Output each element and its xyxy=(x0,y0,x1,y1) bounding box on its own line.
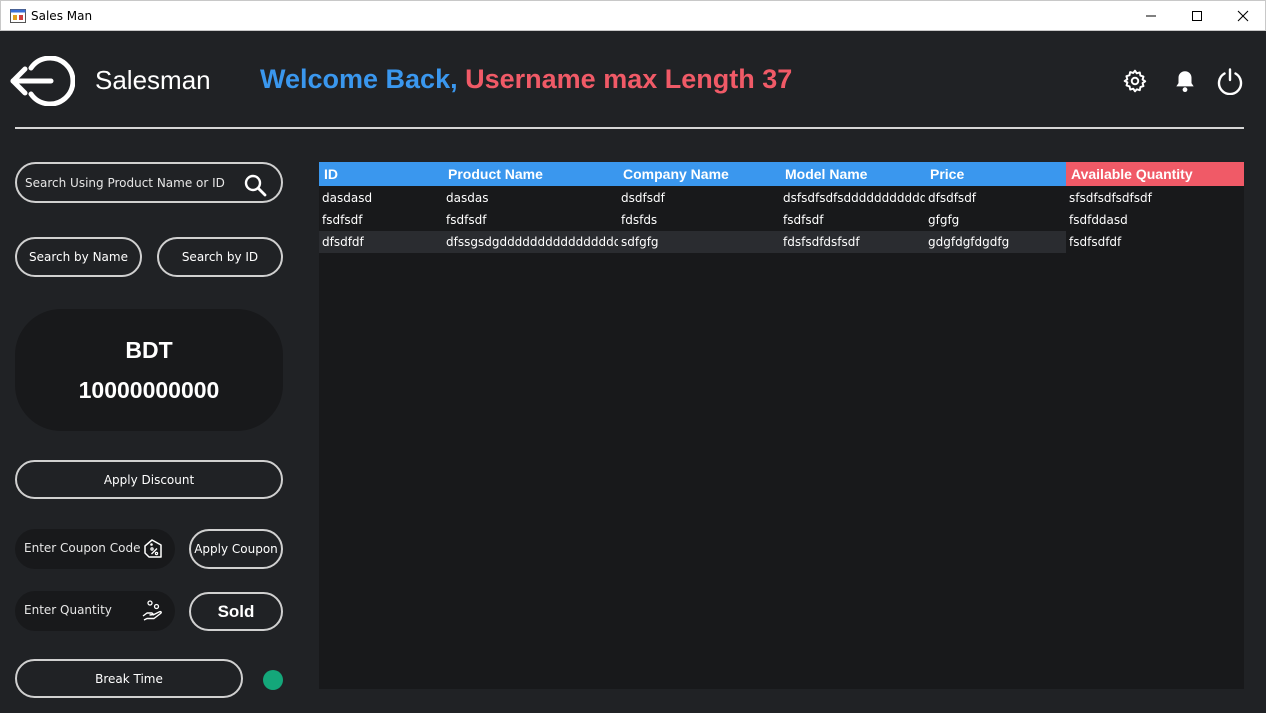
cell-model-name: dsfsdfsdfsdddddddddddddd xyxy=(783,191,925,205)
window-titlebar: Sales Man xyxy=(0,0,1266,31)
column-header-id[interactable]: ID xyxy=(319,162,443,186)
table-row[interactable]: dfsdfdf dfssgsdgdddddddddddddddddds sdfg… xyxy=(319,231,1244,253)
search-icon[interactable] xyxy=(243,173,267,197)
minimize-icon xyxy=(1146,15,1156,17)
maximize-button[interactable] xyxy=(1174,1,1220,31)
cell-price: dfsdfsdf xyxy=(928,191,977,205)
cell-price: gdgfdgfdgdfg xyxy=(928,235,1010,249)
header-divider xyxy=(15,127,1244,129)
cell-company-name: fdsfds xyxy=(621,213,658,227)
coupon-placeholder: Enter Coupon Code xyxy=(24,541,141,555)
column-header-available-quantity[interactable]: Available Quantity xyxy=(1066,162,1244,186)
cell-model-name: fdsfsdfdsfsdf xyxy=(783,235,860,249)
column-header-product-name[interactable]: Product Name xyxy=(443,162,618,186)
table-row[interactable]: dasdasd dasdas dsdfsdf dsfsdfsdfsddddddd… xyxy=(319,187,1244,209)
status-indicator xyxy=(263,670,283,690)
balance-currency: BDT xyxy=(125,337,173,363)
search-by-name-button[interactable]: Search by Name xyxy=(15,237,142,277)
app-window-icon xyxy=(10,9,26,23)
cell-id: dasdasd xyxy=(322,191,373,205)
table-header: ID Product Name Company Name Model Name … xyxy=(319,162,1244,186)
cell-product-name: fsdfsdf xyxy=(446,213,487,227)
column-header-model-name[interactable]: Model Name xyxy=(780,162,925,186)
cell-available-quantity: fsdfsdfdf xyxy=(1066,231,1244,253)
balance-card: BDT 10000000000 xyxy=(15,309,283,431)
welcome-message: Welcome Back, Username max Length 37 xyxy=(260,64,792,95)
column-header-price[interactable]: Price xyxy=(925,162,1066,186)
coupon-code-input[interactable]: Enter Coupon Code xyxy=(15,529,175,569)
logout-back-icon[interactable] xyxy=(9,56,75,106)
cell-product-name: dfssgsdgdddddddddddddddddds xyxy=(446,235,618,249)
close-icon xyxy=(1237,10,1249,22)
power-icon[interactable] xyxy=(1216,67,1244,95)
app-name: Salesman xyxy=(95,65,211,95)
cell-price: gfgfg xyxy=(928,213,960,227)
gear-icon[interactable] xyxy=(1122,68,1148,94)
products-table[interactable]: ID Product Name Company Name Model Name … xyxy=(319,162,1244,689)
cell-company-name: sdfgfg xyxy=(621,235,659,249)
sold-button[interactable]: Sold xyxy=(189,592,283,631)
break-time-button[interactable]: Break Time xyxy=(15,659,243,698)
column-header-company-name[interactable]: Company Name xyxy=(618,162,780,186)
balance-amount: 10000000000 xyxy=(78,377,220,403)
cell-id: dfsdfdf xyxy=(322,235,364,249)
coupon-tag-icon xyxy=(144,539,162,558)
bell-icon[interactable] xyxy=(1172,68,1198,94)
maximize-icon xyxy=(1192,11,1202,21)
minimize-button[interactable] xyxy=(1128,1,1174,31)
search-by-id-button[interactable]: Search by ID xyxy=(157,237,283,277)
cell-available-quantity: fsdfddasd xyxy=(1069,213,1128,227)
quantity-input[interactable]: Enter Quantity xyxy=(15,591,175,631)
cell-model-name: fsdfsdf xyxy=(783,213,824,227)
hand-coins-icon xyxy=(142,600,162,621)
search-placeholder: Search Using Product Name or ID xyxy=(25,175,225,190)
cell-available-quantity: sfsdfsdfsdfsdf xyxy=(1069,191,1152,205)
welcome-prefix: Welcome Back, xyxy=(260,64,458,94)
cell-id: fsdfsdf xyxy=(322,213,363,227)
cell-company-name: dsdfsdf xyxy=(621,191,665,205)
apply-discount-button[interactable]: Apply Discount xyxy=(15,460,283,499)
close-button[interactable] xyxy=(1220,1,1266,31)
cell-product-name: dasdas xyxy=(446,191,489,205)
window-title: Sales Man xyxy=(31,9,93,23)
table-row[interactable]: fsdfsdf fsdfsdf fdsfds fsdfsdf gfgfg fsd… xyxy=(319,209,1244,231)
apply-coupon-button[interactable]: Apply Coupon xyxy=(189,529,283,569)
quantity-placeholder: Enter Quantity xyxy=(24,603,112,617)
search-input[interactable]: Search Using Product Name or ID xyxy=(15,162,283,203)
username-label: Username max Length 37 xyxy=(465,64,793,94)
